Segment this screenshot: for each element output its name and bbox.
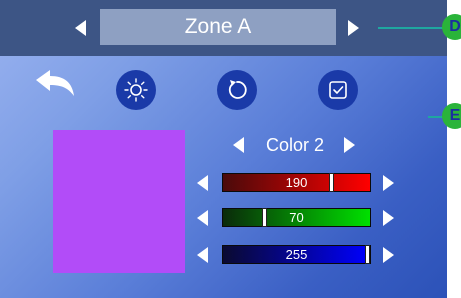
green-value: 70 (289, 210, 304, 225)
callout-d-line (378, 27, 444, 29)
red-slider[interactable]: 190 (222, 173, 371, 192)
red-increase-icon[interactable] (383, 175, 394, 191)
zone-name-field[interactable]: Zone A (100, 9, 336, 45)
blue-slider[interactable]: 255 (222, 245, 371, 264)
brightness-icon (124, 78, 148, 102)
refresh-icon (228, 80, 247, 99)
confirm-button[interactable] (318, 70, 358, 110)
callout-d-badge: D (442, 14, 461, 40)
color-label: Color 2 (265, 135, 325, 155)
color-swatch (53, 130, 185, 273)
color-next-icon[interactable] (344, 137, 355, 153)
red-slider-knob[interactable] (329, 173, 334, 192)
brightness-button[interactable] (116, 70, 156, 110)
blue-increase-icon[interactable] (383, 247, 394, 263)
blue-slider-knob[interactable] (365, 245, 370, 264)
blue-value: 255 (285, 247, 308, 262)
back-arrow-icon[interactable] (34, 68, 76, 98)
color-prev-icon[interactable] (233, 137, 244, 153)
checkbox-icon (329, 81, 347, 99)
zone-prev-icon[interactable] (75, 20, 86, 36)
green-slider[interactable]: 70 (222, 208, 371, 227)
green-slider-knob[interactable] (262, 208, 267, 227)
green-decrease-icon[interactable] (197, 210, 208, 226)
zone-next-icon[interactable] (348, 20, 359, 36)
device-screen: Zone A Color 2 190 70 255 (0, 0, 447, 298)
callout-e-badge: E (442, 103, 461, 129)
blue-decrease-icon[interactable] (197, 247, 208, 263)
red-decrease-icon[interactable] (197, 175, 208, 191)
green-increase-icon[interactable] (383, 210, 394, 226)
refresh-button[interactable] (217, 70, 257, 110)
red-value: 190 (285, 175, 308, 190)
